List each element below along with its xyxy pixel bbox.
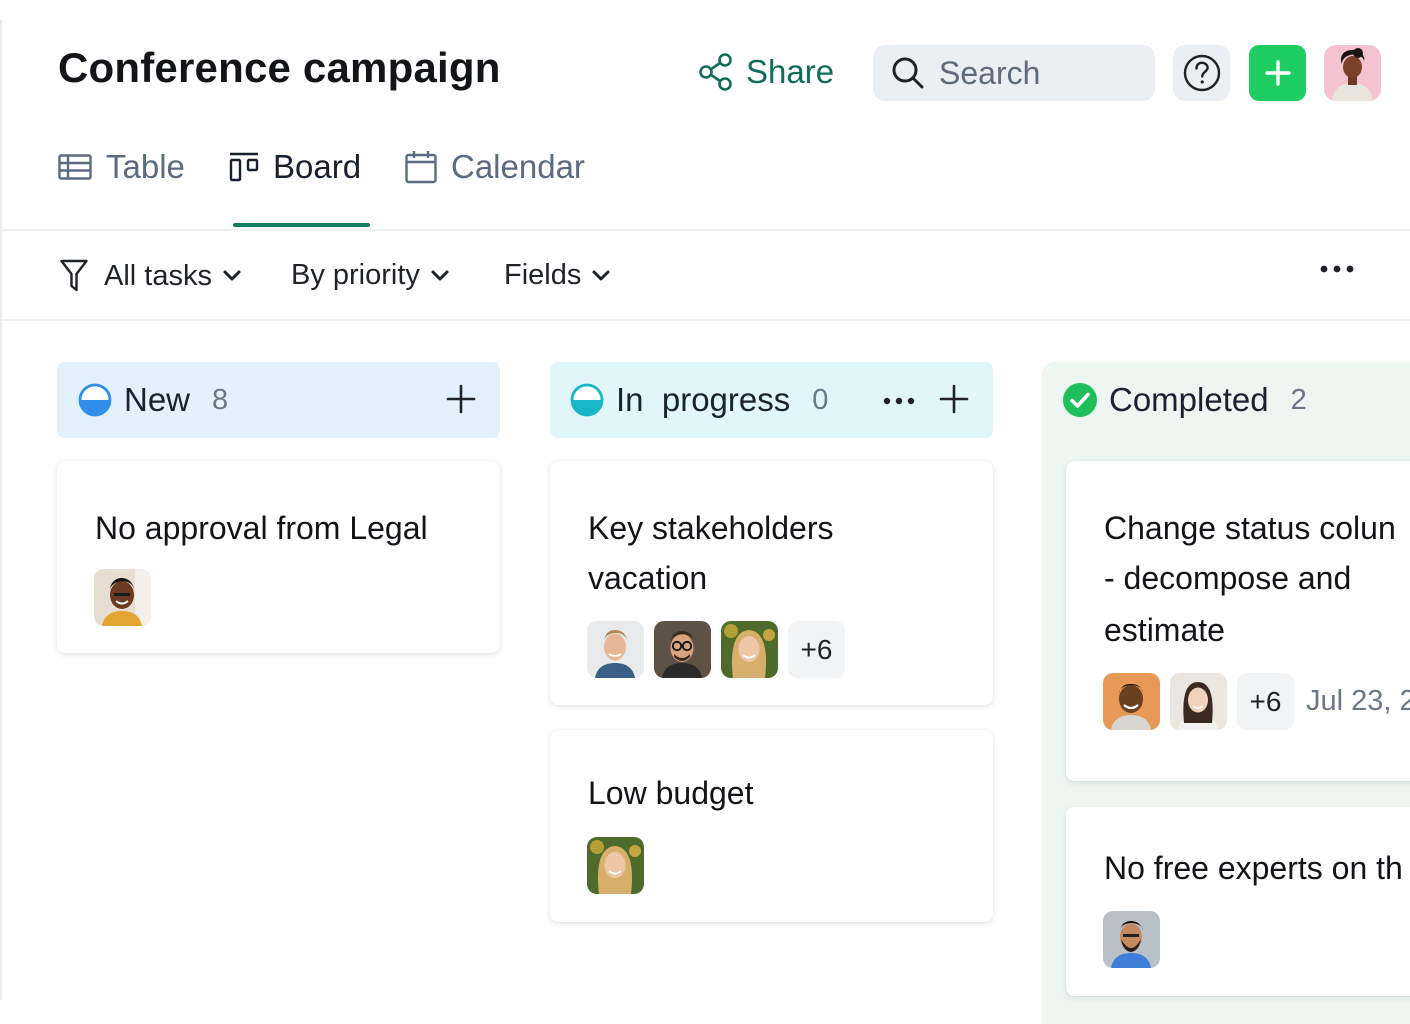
- task-card[interactable]: Low budget: [550, 730, 993, 922]
- user-avatar[interactable]: [1324, 45, 1381, 101]
- avatar-woman-asian: [1170, 673, 1227, 730]
- more-assignees-badge[interactable]: +6: [1237, 673, 1294, 730]
- share-icon: [699, 53, 732, 91]
- card-assignees: +6 Jul 23, 2: [1103, 673, 1410, 730]
- card-title: Key stakeholders vacation: [588, 503, 833, 603]
- board-icon: [229, 152, 259, 182]
- table-icon: [58, 154, 92, 180]
- all-tasks-filter[interactable]: All tasks: [60, 259, 242, 293]
- card-title-line: Change status colun: [1104, 510, 1396, 546]
- active-tab-indicator: [233, 223, 370, 227]
- more-horizontal-icon: [1320, 265, 1354, 273]
- status-new-icon: [78, 383, 112, 417]
- search-icon: [892, 57, 924, 89]
- column-name: Completed: [1109, 381, 1269, 418]
- status-in-progress-icon: [570, 383, 604, 417]
- check-circle-icon: [1063, 383, 1097, 417]
- avatar-man-beard: [1103, 911, 1160, 968]
- tab-calendar[interactable]: Calendar: [405, 148, 585, 186]
- tab-board[interactable]: Board: [229, 148, 361, 186]
- more-horizontal-icon[interactable]: [883, 396, 915, 406]
- avatar-woman-blonde: [587, 837, 644, 894]
- card-title-line: estimate: [1104, 612, 1225, 648]
- card-title: No approval from Legal: [95, 510, 428, 546]
- column-count: 0: [812, 383, 829, 416]
- card-title-line: vacation: [588, 560, 708, 596]
- page-left-border: [0, 20, 2, 1000]
- column-header-new: New 8: [57, 362, 500, 438]
- fields-filter[interactable]: Fields: [504, 259, 611, 292]
- card-assignees: [1103, 911, 1160, 968]
- card-assignees: +6: [587, 621, 845, 678]
- card-assignees: [587, 837, 644, 894]
- task-card[interactable]: Key stakeholders vacation +6: [550, 461, 993, 705]
- help-button[interactable]: [1173, 45, 1230, 101]
- card-title: Low budget: [588, 775, 754, 811]
- all-tasks-label: All tasks: [104, 259, 212, 292]
- column-header-in-progress: In progress 0: [550, 362, 993, 438]
- share-button[interactable]: Share: [698, 52, 834, 92]
- fields-label: Fields: [504, 259, 582, 291]
- tab-table[interactable]: Table: [58, 148, 185, 186]
- avatar-man-glasses: [654, 621, 711, 678]
- search-box[interactable]: [873, 45, 1155, 101]
- tab-calendar-label: Calendar: [451, 148, 585, 185]
- search-input[interactable]: [939, 54, 1139, 92]
- tab-table-label: Table: [106, 148, 185, 185]
- priority-label: By priority: [291, 259, 420, 291]
- card-assignees: [94, 569, 151, 626]
- share-label: Share: [746, 53, 835, 90]
- card-title: No free experts on th: [1104, 850, 1403, 886]
- chevron-down-icon: [431, 270, 449, 280]
- more-options-button[interactable]: [1320, 261, 1354, 279]
- column-header-completed: Completed 2: [1062, 362, 1402, 438]
- add-button[interactable]: [1249, 45, 1306, 101]
- tab-board-label: Board: [273, 148, 362, 185]
- help-icon: [1183, 54, 1220, 92]
- filter-bar: All tasks By priority Fields: [2, 229, 1410, 321]
- task-card[interactable]: Change status colun - decompose and esti…: [1066, 461, 1410, 781]
- avatar-man-smiling: [1103, 673, 1160, 730]
- more-assignees-badge[interactable]: +6: [788, 621, 845, 678]
- card-title-line: - decompose and: [1104, 560, 1352, 596]
- chevron-down-icon: [592, 270, 610, 280]
- avatar-woman-blonde: [721, 621, 778, 678]
- plus-icon: [1264, 60, 1291, 86]
- add-card-icon[interactable]: [939, 384, 969, 414]
- task-card[interactable]: No approval from Legal: [57, 461, 500, 653]
- page-title: Conference campaign: [58, 44, 501, 91]
- column-count: 8: [212, 383, 229, 416]
- column-name: New: [124, 381, 191, 418]
- card-title-line: Key stakeholders: [588, 510, 834, 546]
- add-card-icon[interactable]: [446, 384, 476, 414]
- calendar-icon: [405, 151, 437, 184]
- due-date: Jul 23, 2: [1306, 685, 1410, 717]
- avatar-woman-smiling: [94, 569, 151, 626]
- column-count: 2: [1290, 383, 1307, 416]
- task-card[interactable]: No free experts on th: [1066, 807, 1410, 996]
- filter-icon: [60, 259, 88, 292]
- column-name: In progress: [616, 381, 791, 418]
- avatar-woman-icon: [1324, 45, 1381, 101]
- card-title: Change status colun - decompose and esti…: [1104, 503, 1396, 655]
- priority-filter[interactable]: By priority: [291, 259, 450, 292]
- chevron-down-icon: [223, 270, 241, 281]
- avatar-man-blond: [587, 621, 644, 678]
